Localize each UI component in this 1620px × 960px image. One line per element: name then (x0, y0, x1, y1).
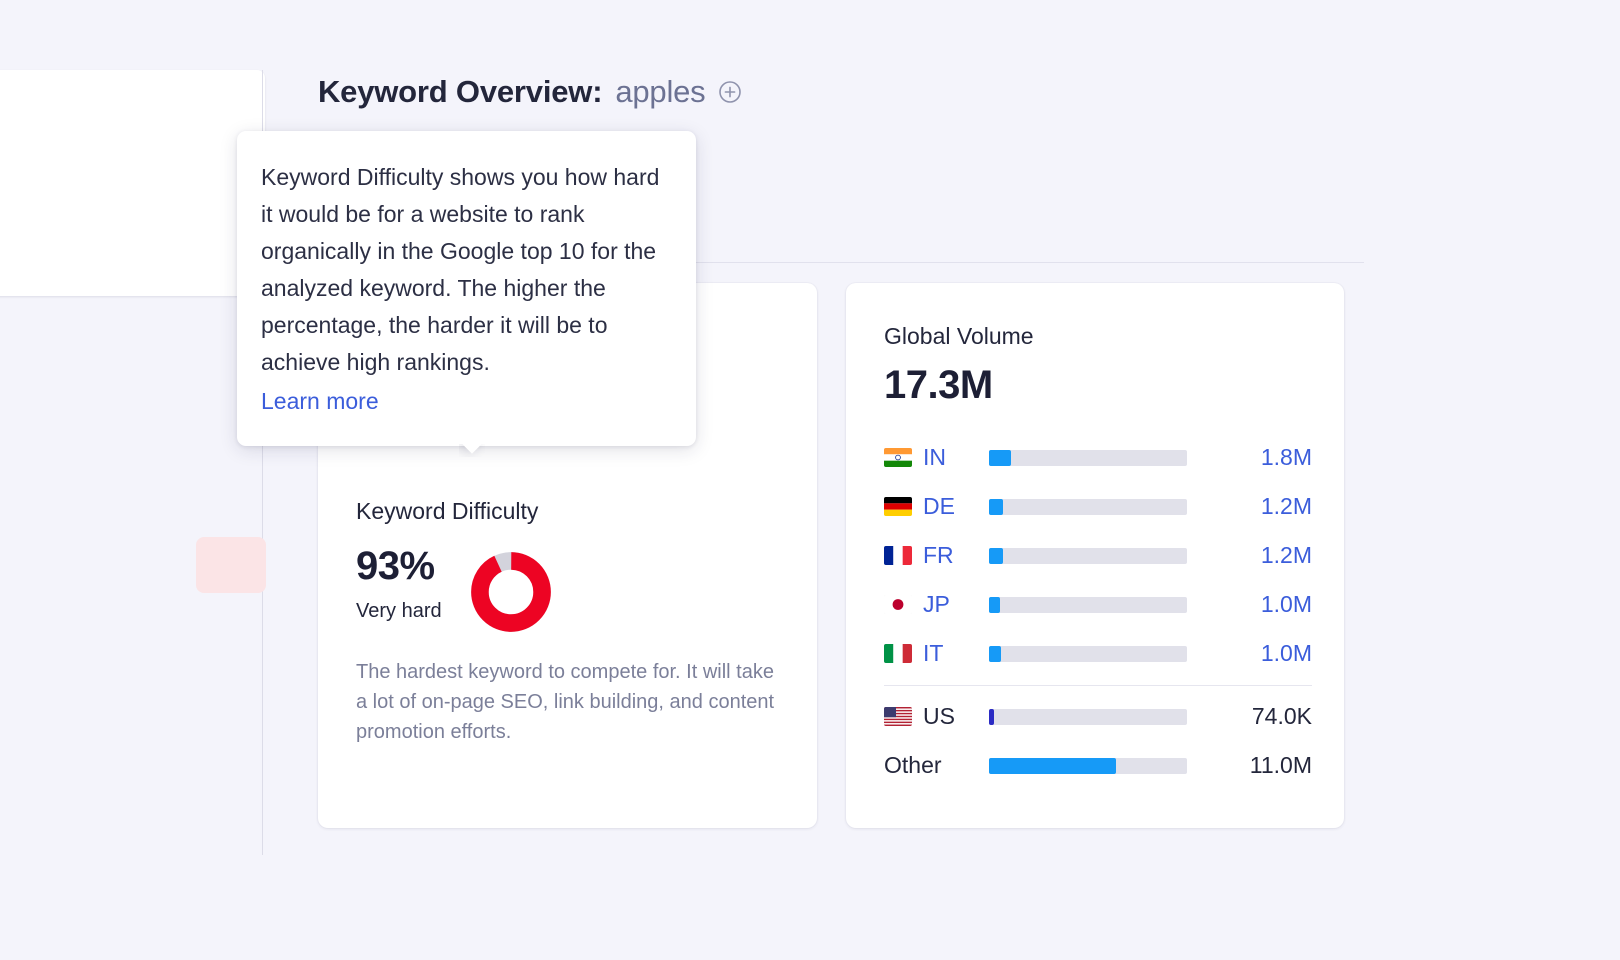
country-cell: DE (884, 493, 989, 520)
volume-bar-track (989, 646, 1187, 662)
volume-value[interactable]: 1.0M (1187, 591, 1312, 618)
volume-bar-fill (989, 709, 994, 725)
flag-in-icon (884, 448, 912, 467)
country-code-label[interactable]: DE (923, 493, 955, 520)
global-volume-card: Global Volume 17.3M IN 1.8M DE 1.2M FR 1.2M JP… (846, 283, 1344, 828)
volume-value[interactable]: 1.8M (1187, 444, 1312, 471)
keyword-difficulty-value: 93% (356, 545, 442, 587)
country-cell: US (884, 703, 989, 730)
country-volume-row: IN 1.8M (884, 433, 1312, 482)
volume-bar-fill (989, 758, 1116, 774)
global-volume-value: 17.3M (884, 363, 993, 408)
volume-bar-track (989, 548, 1187, 564)
volume-bar-fill (989, 646, 1001, 662)
volume-bar-track (989, 597, 1187, 613)
volume-bar-fill (989, 597, 1000, 613)
country-code-label[interactable]: IN (923, 444, 946, 471)
keyword-difficulty-description: The hardest keyword to compete for. It w… (356, 657, 780, 747)
country-code-label: US (923, 703, 955, 730)
global-volume-title: Global Volume (884, 323, 1034, 350)
tooltip-body: Keyword Difficulty shows you how hard it… (261, 159, 666, 381)
volume-value[interactable]: 1.2M (1187, 493, 1312, 520)
keyword-difficulty-values: 93% Very hard (356, 545, 442, 623)
country-code-label[interactable]: JP (923, 591, 950, 618)
sidebar-highlight-chip (196, 537, 266, 593)
volume-value: 74.0K (1187, 703, 1312, 730)
country-cell: IN (884, 444, 989, 471)
country-volume-row: US 74.0K (884, 692, 1312, 741)
tooltip-arrow (459, 444, 485, 457)
keyword-difficulty-title: Keyword Difficulty (356, 498, 538, 525)
flag-us-icon (884, 707, 912, 726)
flag-it-icon (884, 644, 912, 663)
keyword-difficulty-tooltip: Keyword Difficulty shows you how hard it… (237, 131, 696, 446)
country-list-divider (884, 685, 1312, 686)
flag-fr-icon (884, 546, 912, 565)
flag-jp-icon (884, 595, 912, 614)
country-code-label[interactable]: IT (923, 640, 943, 667)
volume-bar-fill (989, 548, 1003, 564)
country-volume-row: JP 1.0M (884, 580, 1312, 629)
flag-de-icon (884, 497, 912, 516)
country-volume-row: IT 1.0M (884, 629, 1312, 678)
country-cell: JP (884, 591, 989, 618)
page-title-keyword: apples (615, 74, 705, 110)
country-cell: FR (884, 542, 989, 569)
volume-bar-track (989, 709, 1187, 725)
volume-bar-fill (989, 450, 1011, 466)
country-code-label: Other (884, 752, 942, 779)
tooltip-learn-more-link[interactable]: Learn more (261, 383, 379, 420)
page-header: Keyword Overview: apples (318, 74, 742, 110)
global-volume-country-list: IN 1.8M DE 1.2M FR 1.2M JP 1.0M IT 1.0M US 74.0K Oth… (884, 433, 1312, 790)
country-volume-row: Other 11.0M (884, 741, 1312, 790)
page-title: Keyword Overview: (318, 74, 602, 110)
add-keyword-icon[interactable] (718, 80, 742, 104)
volume-value: 11.0M (1187, 752, 1312, 779)
volume-value[interactable]: 1.2M (1187, 542, 1312, 569)
volume-value[interactable]: 1.0M (1187, 640, 1312, 667)
country-cell: IT (884, 640, 989, 667)
country-cell: Other (884, 752, 989, 779)
keyword-difficulty-level: Very hard (356, 600, 442, 623)
country-volume-row: DE 1.2M (884, 482, 1312, 531)
keyword-overview-page: Keyword Overview: apples top May 13, 202… (0, 0, 1620, 960)
country-volume-row: FR 1.2M (884, 531, 1312, 580)
keyword-difficulty-metric: 93% Very hard (356, 545, 552, 633)
left-panel-fragment (0, 70, 265, 296)
keyword-difficulty-donut-chart (470, 551, 552, 633)
volume-bar-track (989, 499, 1187, 515)
country-code-label[interactable]: FR (923, 542, 954, 569)
volume-bar-track (989, 450, 1187, 466)
volume-bar-track (989, 758, 1187, 774)
volume-bar-fill (989, 499, 1003, 515)
